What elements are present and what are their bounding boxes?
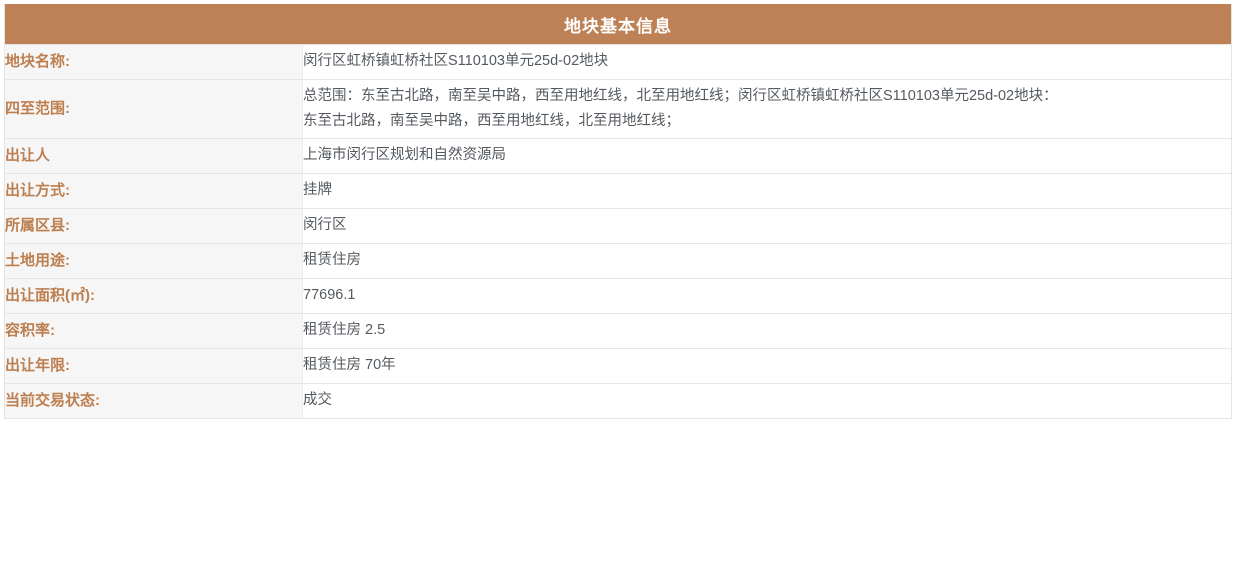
row-label: 出让面积(㎡): xyxy=(4,278,303,314)
row-value: 租赁住房 xyxy=(302,243,1232,279)
row-value: 成交 xyxy=(302,383,1232,419)
row-value-line: 租赁住房 70年 xyxy=(303,357,396,374)
row-label: 地块名称: xyxy=(4,44,303,80)
row-value-line: 闵行区 xyxy=(303,217,347,234)
row-value: 挂牌 xyxy=(302,173,1232,209)
table-row: 地块名称: 闵行区虹桥镇虹桥社区S110103单元25d-02地块 xyxy=(4,44,1232,80)
row-label: 所属区县: xyxy=(4,208,303,244)
row-value-line: 成交 xyxy=(303,392,332,409)
table-row: 土地用途: 租赁住房 xyxy=(4,243,1232,279)
table-row: 出让面积(㎡): 77696.1 xyxy=(4,278,1232,314)
row-value: 闵行区 xyxy=(302,208,1232,244)
row-value: 77696.1 xyxy=(302,278,1232,314)
table-title: 地块基本信息 xyxy=(4,4,1232,45)
table-row: 所属区县: 闵行区 xyxy=(4,208,1232,244)
table-row: 四至范围: 总范围：东至古北路，南至吴中路，西至用地红线，北至用地红线；闵行区虹桥… xyxy=(4,79,1232,139)
row-value-line: 77696.1 xyxy=(303,287,356,304)
row-label: 容积率: xyxy=(4,313,303,349)
row-value: 租赁住房 70年 xyxy=(302,348,1232,384)
table-row: 出让年限: 租赁住房 70年 xyxy=(4,348,1232,384)
row-label: 出让年限: xyxy=(4,348,303,384)
table-row: 当前交易状态: 成交 xyxy=(4,383,1232,419)
row-label: 当前交易状态: xyxy=(4,383,303,419)
row-value-line: 租赁住房 xyxy=(303,252,361,269)
table-row: 出让方式: 挂牌 xyxy=(4,173,1232,209)
table-row: 容积率: 租赁住房 2.5 xyxy=(4,313,1232,349)
row-value-line: 挂牌 xyxy=(303,182,332,199)
table-body: 地块基本信息 地块名称: 闵行区虹桥镇虹桥社区S110103单元25d-02地块四… xyxy=(4,4,1232,419)
table-header-row: 地块基本信息 xyxy=(4,4,1232,45)
row-value: 租赁住房 2.5 xyxy=(302,313,1232,349)
row-label: 出让人 xyxy=(4,138,303,174)
row-label: 土地用途: xyxy=(4,243,303,279)
row-label: 出让方式: xyxy=(4,173,303,209)
row-value-line: 闵行区虹桥镇虹桥社区S110103单元25d-02地块 xyxy=(303,53,609,70)
row-value-line: 租赁住房 2.5 xyxy=(303,322,386,339)
row-value: 上海市闵行区规划和自然资源局 xyxy=(302,138,1232,174)
row-value-line: 总范围：东至古北路，南至吴中路，西至用地红线，北至用地红线；闵行区虹桥镇虹桥社区… xyxy=(303,87,1058,104)
land-parcel-info-table: 地块基本信息 地块名称: 闵行区虹桥镇虹桥社区S110103单元25d-02地块四… xyxy=(4,4,1232,419)
row-label: 四至范围: xyxy=(4,79,303,139)
row-value: 总范围：东至古北路，南至吴中路，西至用地红线，北至用地红线；闵行区虹桥镇虹桥社区… xyxy=(302,79,1232,139)
row-value-line: 上海市闵行区规划和自然资源局 xyxy=(303,147,506,164)
row-value-line: 东至古北路，南至吴中路，西至用地红线，北至用地红线； xyxy=(303,113,680,129)
table-row: 出让人 上海市闵行区规划和自然资源局 xyxy=(4,138,1232,174)
land-parcel-info-page: 地块基本信息 地块名称: 闵行区虹桥镇虹桥社区S110103单元25d-02地块四… xyxy=(0,0,1240,571)
row-value: 闵行区虹桥镇虹桥社区S110103单元25d-02地块 xyxy=(302,44,1232,80)
